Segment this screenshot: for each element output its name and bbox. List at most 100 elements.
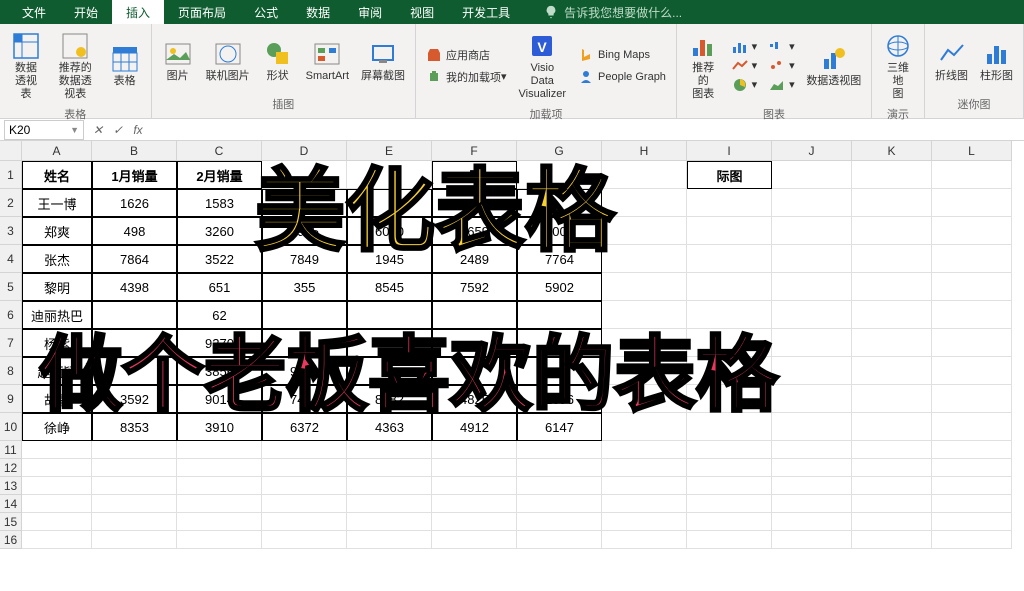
cell-A9[interactable]: 胡歌 (22, 385, 92, 413)
cell-K5[interactable] (852, 273, 932, 301)
cell-H6[interactable] (602, 301, 687, 329)
cell-J12[interactable] (772, 459, 852, 477)
people-graph-button[interactable]: People Graph (574, 67, 670, 87)
cell-I4[interactable] (687, 245, 772, 273)
cell-A3[interactable]: 郑爽 (22, 217, 92, 245)
cell-J3[interactable] (772, 217, 852, 245)
cell-A4[interactable]: 张杰 (22, 245, 92, 273)
cell-K7[interactable] (852, 329, 932, 357)
cell-D1[interactable] (262, 161, 347, 189)
cell-B3[interactable]: 498 (92, 217, 177, 245)
row-header-5[interactable]: 5 (0, 273, 22, 301)
tell-me-search[interactable]: 告诉我您想要做什么... (544, 4, 682, 21)
smartart-button[interactable]: SmartArt (302, 36, 353, 85)
cell-D7[interactable]: 3 (262, 329, 347, 357)
cell-J5[interactable] (772, 273, 852, 301)
cell-D6[interactable] (262, 301, 347, 329)
cell-K11[interactable] (852, 441, 932, 459)
col-header-K[interactable]: K (852, 141, 932, 161)
cell-D5[interactable]: 355 (262, 273, 347, 301)
cell-E13[interactable] (347, 477, 432, 495)
cell-G15[interactable] (517, 513, 602, 531)
cell-K2[interactable] (852, 189, 932, 217)
cell-E14[interactable] (347, 495, 432, 513)
cell-D16[interactable] (262, 531, 347, 549)
cell-B7[interactable] (92, 329, 177, 357)
row-header-10[interactable]: 10 (0, 413, 22, 441)
store-button[interactable]: 应用商店 (422, 45, 511, 65)
table-button[interactable]: 表格 (105, 41, 145, 90)
cell-C10[interactable]: 3910 (177, 413, 262, 441)
cell-D14[interactable] (262, 495, 347, 513)
cell-K4[interactable] (852, 245, 932, 273)
col-header-B[interactable]: B (92, 141, 177, 161)
cell-L16[interactable] (932, 531, 1012, 549)
pivot-table-button[interactable]: 数据 透视表 (6, 28, 46, 104)
sparkline-line-button[interactable]: 折线图 (931, 36, 972, 85)
cell-C12[interactable] (177, 459, 262, 477)
cell-C6[interactable]: 62 (177, 301, 262, 329)
cell-G10[interactable]: 6147 (517, 413, 602, 441)
cell-H9[interactable] (602, 385, 687, 413)
cell-B11[interactable] (92, 441, 177, 459)
cell-G7[interactable] (517, 329, 602, 357)
cell-F2[interactable] (432, 189, 517, 217)
cell-F7[interactable] (432, 329, 517, 357)
cell-J16[interactable] (772, 531, 852, 549)
cell-I9[interactable] (687, 385, 772, 413)
cell-F8[interactable] (432, 357, 517, 385)
cell-J4[interactable] (772, 245, 852, 273)
cell-C2[interactable]: 1583 (177, 189, 262, 217)
cell-E8[interactable] (347, 357, 432, 385)
cell-C1[interactable]: 2月销量 (177, 161, 262, 189)
cell-E5[interactable]: 8545 (347, 273, 432, 301)
cell-L5[interactable] (932, 273, 1012, 301)
cell-G6[interactable] (517, 301, 602, 329)
cell-F3[interactable]: 9659 (432, 217, 517, 245)
cell-F16[interactable] (432, 531, 517, 549)
cell-I11[interactable] (687, 441, 772, 459)
select-all-corner[interactable] (0, 141, 22, 161)
name-box[interactable]: K20▼ (4, 120, 84, 140)
col-header-J[interactable]: J (772, 141, 852, 161)
cell-H5[interactable] (602, 273, 687, 301)
tab-review[interactable]: 审阅 (344, 0, 396, 24)
cell-D3[interactable]: 7965 (262, 217, 347, 245)
cell-A1[interactable]: 姓名 (22, 161, 92, 189)
cell-K14[interactable] (852, 495, 932, 513)
cell-C16[interactable] (177, 531, 262, 549)
cell-K1[interactable] (852, 161, 932, 189)
cell-C8[interactable]: 3856 (177, 357, 262, 385)
chart-type-3[interactable]: ▾ (728, 76, 762, 94)
cell-H4[interactable] (602, 245, 687, 273)
cell-K10[interactable] (852, 413, 932, 441)
cell-E6[interactable] (347, 301, 432, 329)
cell-E15[interactable] (347, 513, 432, 531)
col-header-I[interactable]: I (687, 141, 772, 161)
cell-B4[interactable]: 7864 (92, 245, 177, 273)
cell-D2[interactable] (262, 189, 347, 217)
cell-G14[interactable] (517, 495, 602, 513)
cell-K15[interactable] (852, 513, 932, 531)
cell-C15[interactable] (177, 513, 262, 531)
cell-L15[interactable] (932, 513, 1012, 531)
cell-I8[interactable] (687, 357, 772, 385)
cell-K3[interactable] (852, 217, 932, 245)
cell-J2[interactable] (772, 189, 852, 217)
col-header-F[interactable]: F (432, 141, 517, 161)
cell-H3[interactable] (602, 217, 687, 245)
recommended-charts-button[interactable]: 推荐的 图表 (683, 28, 724, 104)
cell-B12[interactable] (92, 459, 177, 477)
col-header-H[interactable]: H (602, 141, 687, 161)
my-addins-button[interactable]: 我的加载项 ▾ (422, 67, 511, 87)
row-header-13[interactable]: 13 (0, 477, 22, 495)
cell-E16[interactable] (347, 531, 432, 549)
cell-A15[interactable] (22, 513, 92, 531)
cell-L14[interactable] (932, 495, 1012, 513)
cell-L8[interactable] (932, 357, 1012, 385)
cell-A16[interactable] (22, 531, 92, 549)
cell-K6[interactable] (852, 301, 932, 329)
cell-B13[interactable] (92, 477, 177, 495)
cell-H16[interactable] (602, 531, 687, 549)
row-header-2[interactable]: 2 (0, 189, 22, 217)
